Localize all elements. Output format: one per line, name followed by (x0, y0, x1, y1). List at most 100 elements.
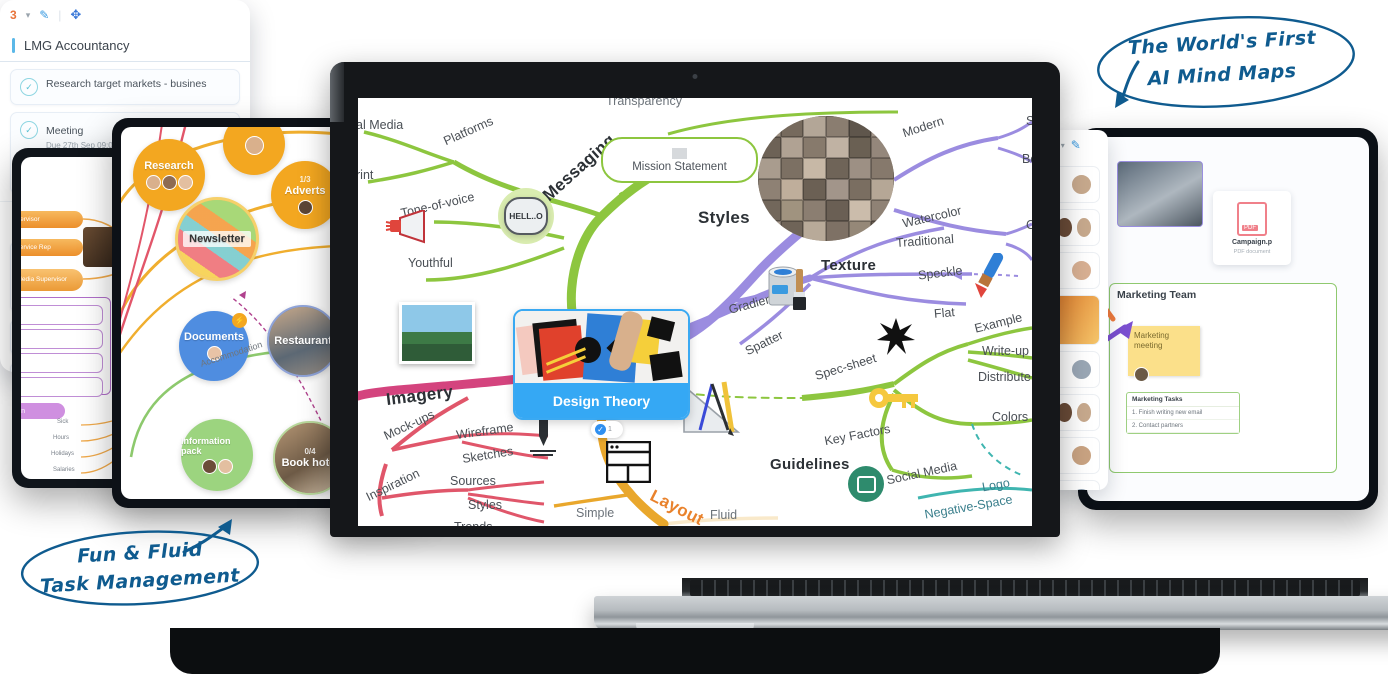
avatar (1071, 174, 1092, 195)
node-print[interactable]: rint (358, 168, 373, 182)
pdf-card[interactable]: PDF Campaign.p PDF document (1213, 191, 1291, 265)
org-manage-child-3: Salaries (53, 467, 75, 473)
bubble-adverts[interactable]: 1/3 Adverts (271, 161, 339, 229)
node-colors[interactable]: Colors (992, 410, 1028, 424)
bubble-label: Research (144, 160, 194, 172)
pencil-icon[interactable]: ✎ (39, 8, 49, 22)
paintbrush-icon (975, 253, 1004, 298)
mindmap-canvas[interactable]: Messaging Styles Texture Guidelines Imag… (358, 98, 1032, 526)
org-box-label: Social Media Supervisor (21, 276, 68, 284)
bubble-restaurant[interactable]: Restaurant (267, 305, 339, 377)
org-purple-row-1[interactable] (21, 329, 103, 349)
org-purple-row-3[interactable] (21, 377, 103, 397)
chevron-down-icon[interactable]: ▾ (1061, 141, 1065, 150)
bubble-information-pack[interactable]: Information pack (181, 419, 253, 491)
paint-splatter-icon (877, 318, 915, 355)
typography-image[interactable] (758, 116, 894, 241)
node-flat[interactable]: Flat (933, 305, 955, 321)
node-social-media-left[interactable]: al Media (358, 118, 403, 132)
node-write-up[interactable]: Write-up (982, 344, 1029, 358)
node-trends[interactable]: Trends (454, 520, 492, 526)
branch-label-styles[interactable]: Styles (698, 208, 750, 228)
org-assign-label[interactable]: Assign (21, 403, 65, 419)
org-purple-row-2[interactable] (21, 353, 103, 373)
move-icon[interactable]: ✥ (70, 7, 81, 23)
bubble-avatars (201, 459, 233, 474)
task-toolbar: 3 ▾ ✎ | ✥ (10, 7, 82, 23)
branch-label-texture[interactable]: Texture (821, 257, 876, 274)
node-simple[interactable]: Simple (576, 506, 614, 520)
title-accent-bar (12, 38, 15, 53)
node-sources[interactable]: Sources (450, 474, 496, 488)
org-purple-row-0[interactable] (21, 305, 103, 325)
avatar (1071, 260, 1092, 281)
node-styles-child-c[interactable]: C (1026, 218, 1032, 232)
flag-icon (672, 147, 687, 159)
node-styles-imagery[interactable]: Styles (468, 498, 502, 512)
megaphone-icon (385, 210, 425, 244)
org-box-2[interactable]: Social Media Supervisor (21, 269, 83, 291)
bubble-label: Restaurant (274, 335, 332, 347)
bubble-avatars (244, 136, 264, 155)
bubble-newsletter[interactable]: Newsletter (175, 197, 259, 281)
avatar (1075, 402, 1092, 423)
node-design-theory[interactable]: Design Theory (513, 309, 690, 420)
check-count: 1 (608, 426, 612, 433)
mini-card-header: Marketing Tasks (1127, 393, 1239, 407)
check-icon[interactable]: ✓ (20, 121, 38, 139)
node-youthful[interactable]: Youthful (408, 256, 453, 270)
project-title-row: LMG Accountancy (0, 30, 250, 62)
hero-composition: cial Supervisor tomer Service Rep Social… (0, 0, 1388, 685)
board-photo-card[interactable] (1117, 161, 1203, 227)
pdf-name: Campaign.p (1231, 238, 1273, 246)
org-manage-child-2: Holidays (51, 451, 75, 457)
node-distribute[interactable]: Distribute (978, 370, 1031, 384)
org-box-1[interactable]: tomer Service Rep (21, 239, 83, 256)
marketing-team-board[interactable]: Marketing Team Marketing meeting Marketi… (1109, 283, 1337, 473)
org-assign-text: Assign (21, 407, 26, 415)
laptop-keyboard (690, 580, 1360, 596)
wireframe-icon (606, 441, 651, 483)
pdf-meta: PDF document (1233, 248, 1271, 255)
bubble-badge: 0/4 (304, 447, 316, 456)
pencil-icon[interactable]: ✎ (1071, 138, 1081, 152)
node-check-badge[interactable]: ✓ 1 (591, 421, 623, 438)
branch-label-guidelines[interactable]: Guidelines (770, 456, 850, 473)
mini-card-row: 1. Finish writing new email (1127, 407, 1239, 420)
bubble-label: Adverts (284, 185, 326, 197)
board-screen: PDF Campaign.p PDF document Marketing Te… (1087, 137, 1369, 501)
task-item[interactable]: ✓ Research target markets - busines (10, 69, 240, 105)
org-box-0[interactable]: cial Supervisor (21, 211, 83, 228)
bubble-label: Newsletter (183, 231, 251, 247)
bubble-badge: 1/3 (299, 175, 311, 184)
speech-bubble-icon: HELL..O (504, 197, 548, 235)
bubble-avatars (145, 175, 193, 190)
task-text: Meeting (46, 125, 84, 137)
avatar (1075, 217, 1092, 238)
photo-icon (399, 302, 475, 364)
key-icon (869, 388, 918, 408)
task-count-badge[interactable]: 3 (10, 8, 17, 22)
node-transparency[interactable]: Transparency (606, 98, 682, 108)
board-title: Marketing Team (1117, 289, 1197, 301)
mission-label: Mission Statement (632, 160, 727, 173)
node-fluid[interactable]: Fluid (710, 508, 737, 522)
check-icon: ✓ (595, 424, 606, 435)
node-hello-bubble[interactable]: HELL..O (498, 188, 554, 244)
node-styles-child-s[interactable]: S (1026, 114, 1032, 128)
task-text: Research target markets - busines (46, 78, 207, 90)
avatar (1071, 445, 1092, 466)
node-mission-statement[interactable]: Mission Statement (601, 137, 758, 183)
bubble-avatars (297, 200, 313, 215)
annotation-top-right: The World's First AI Mind Maps (1086, 12, 1358, 112)
chevron-down-icon[interactable]: ▾ (26, 10, 31, 21)
paint-can-icon (768, 266, 806, 310)
bubble-label: Information pack (181, 436, 231, 456)
project-title: LMG Accountancy (24, 38, 130, 53)
marketing-tasks-card[interactable]: Marketing Tasks 1. Finish writing new em… (1126, 392, 1240, 434)
node-styles-child-bo[interactable]: Bo (1022, 152, 1032, 166)
bubble-label: Documents (184, 331, 244, 343)
check-icon[interactable]: ✓ (20, 78, 38, 96)
node-thumbnail (515, 311, 688, 383)
laptop-shadow-foot (170, 628, 1220, 674)
